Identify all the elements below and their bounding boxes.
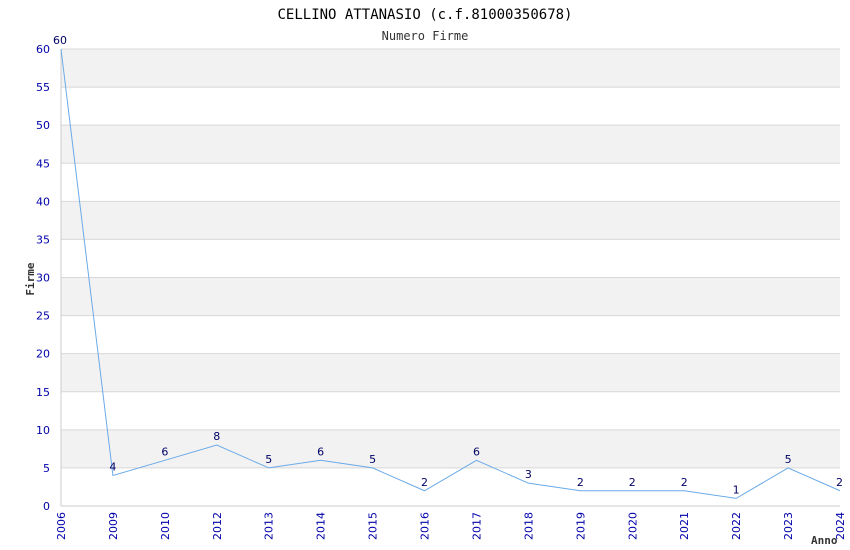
line-chart: 051015202530354045505560 2006 2009 2010 201…: [24, 7, 847, 547]
y-tick-label: 30: [36, 272, 50, 285]
data-label: 2: [577, 476, 584, 489]
x-tick-label: 2013: [263, 512, 276, 540]
x-tick-label: 2022: [730, 512, 743, 540]
y-tick-label: 10: [36, 424, 50, 437]
y-tick-labels: 0 5 10 15 20 25 30 35 40 45 50 55 60: [36, 43, 50, 513]
plot-band: [61, 429, 840, 468]
x-tick-label: 2010: [159, 512, 172, 540]
data-label: 2: [681, 476, 688, 489]
plot-band: [61, 49, 840, 88]
x-tick-label: 2015: [367, 512, 380, 540]
data-label: 6: [161, 445, 168, 458]
x-tick-label: 2012: [211, 512, 224, 540]
y-tick-label: 50: [36, 119, 50, 132]
x-tick-label: 2014: [315, 512, 328, 540]
x-tick-label: 2006: [55, 512, 68, 540]
y-tick-label: 25: [36, 310, 50, 323]
data-label: 1: [733, 483, 740, 496]
x-tick-label: 2021: [678, 512, 691, 540]
plot-band: [61, 239, 840, 278]
x-tick-label: 2023: [782, 512, 795, 540]
y-tick-label: 55: [36, 81, 50, 94]
plot-band: [61, 391, 840, 430]
plot-band: [61, 277, 840, 316]
data-label: 5: [265, 453, 272, 466]
data-label: 3: [525, 468, 532, 481]
chart-subtitle: Numero Firme: [382, 29, 469, 43]
data-label: 6: [317, 445, 324, 458]
x-tick-label: 2020: [626, 512, 639, 540]
x-tick-label: 2018: [522, 512, 535, 540]
data-label: 5: [785, 453, 792, 466]
chart-title: CELLINO ATTANASIO (c.f.81000350678): [277, 7, 572, 23]
y-tick-label: 5: [43, 462, 50, 475]
plot-band: [61, 201, 840, 240]
x-tick-label: 2019: [574, 512, 587, 540]
plot-band: [61, 163, 840, 202]
y-tick-label: 0: [43, 500, 50, 513]
y-tick-label: 20: [36, 348, 50, 361]
data-label: 60: [53, 34, 67, 47]
x-tick-label: 2009: [107, 512, 120, 540]
data-label: 4: [109, 461, 116, 474]
x-axis-label: Anno: [811, 534, 838, 547]
plot-band: [61, 353, 840, 392]
x-tick-labels: 2006 2009 2010 2012 2013 2014 2015 2016 2017 2018…: [55, 512, 847, 540]
plot-band: [61, 87, 840, 126]
data-label: 2: [421, 476, 428, 489]
x-tick-label: 2016: [419, 512, 432, 540]
y-tick-label: 60: [36, 43, 50, 56]
data-label: 8: [213, 430, 220, 443]
data-label: 6: [473, 445, 480, 458]
y-tick-label: 35: [36, 233, 50, 246]
y-tick-label: 45: [36, 157, 50, 170]
y-axis-label: Firme: [24, 262, 37, 295]
x-tick-label: 2017: [470, 512, 483, 540]
plot-band: [61, 467, 840, 506]
plot-band: [61, 125, 840, 164]
data-label: 2: [836, 476, 843, 489]
y-tick-label: 15: [36, 386, 50, 399]
plot-band: [61, 315, 840, 354]
y-tick-label: 40: [36, 195, 50, 208]
data-label: 2: [629, 476, 636, 489]
data-label: 5: [369, 453, 376, 466]
